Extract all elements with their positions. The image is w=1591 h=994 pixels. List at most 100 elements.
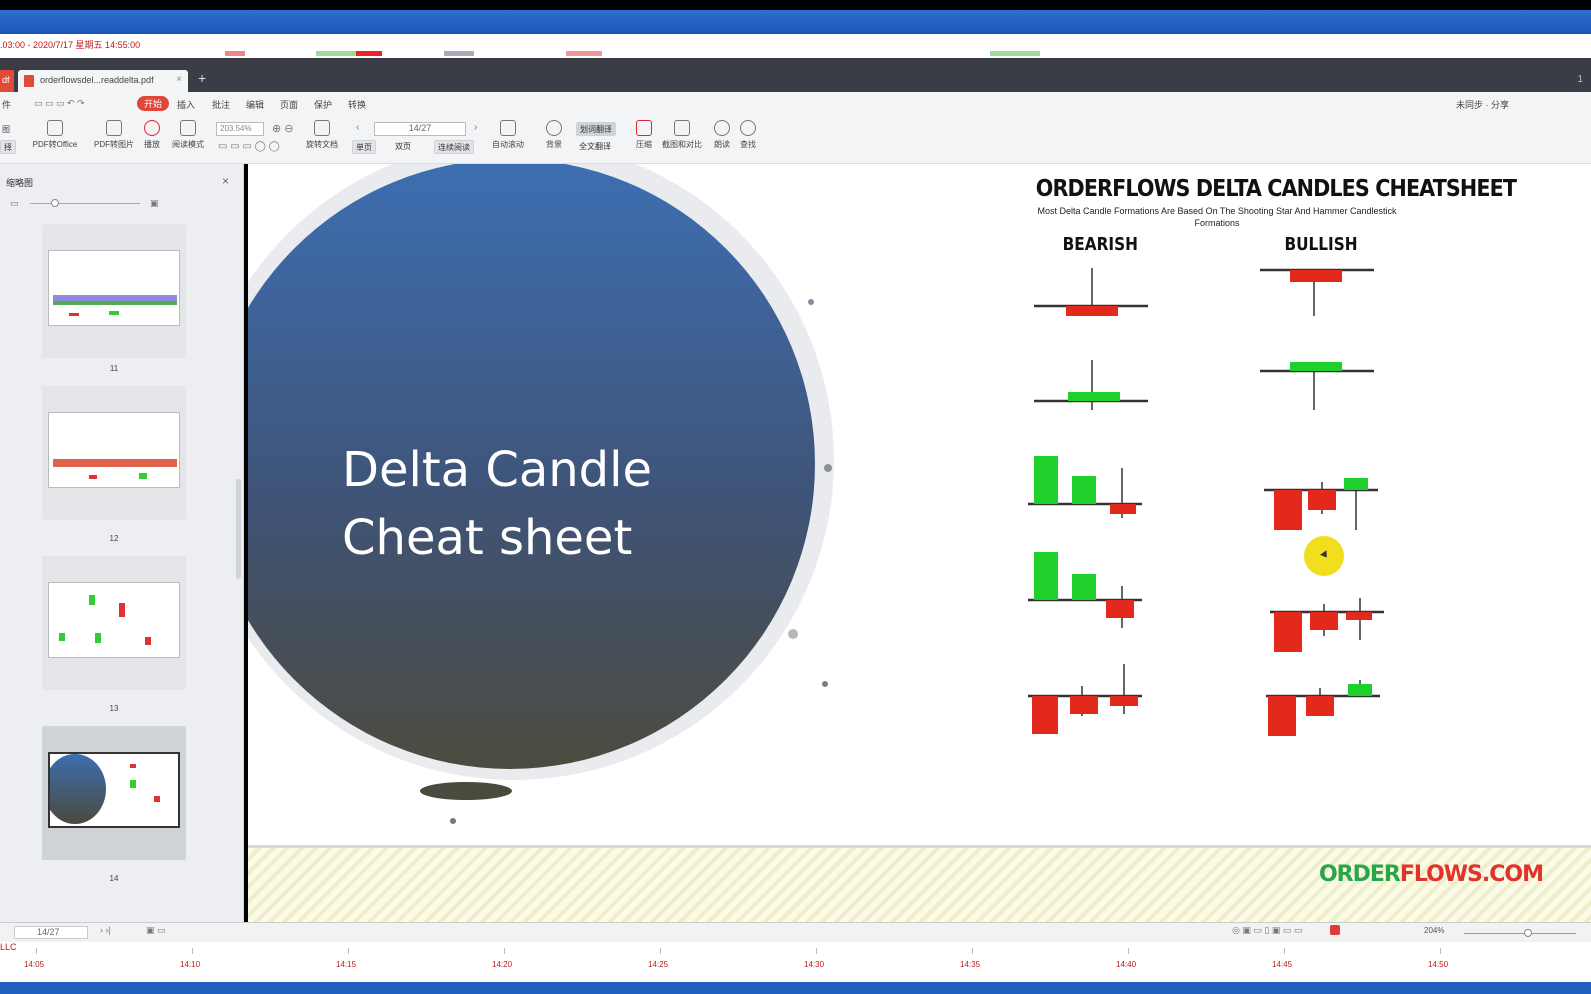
bearish-candle-body: [1110, 696, 1138, 706]
prev-page-icon[interactable]: ‹: [356, 122, 359, 133]
time-tick-mark: [660, 948, 661, 954]
thumb-size-slider[interactable]: [30, 203, 140, 204]
rotate-icon: [314, 120, 330, 136]
sync-share[interactable]: 未同步 · 分享: [1456, 98, 1509, 111]
menu-comment[interactable]: 批注: [212, 98, 230, 111]
read-aloud-button[interactable]: 朗读: [712, 120, 732, 150]
bottom-tool-icons[interactable]: ▣ ▭: [146, 925, 166, 936]
moon-icon: [546, 120, 562, 136]
pdf-to-office-button[interactable]: PDF转Office: [30, 120, 80, 150]
compress-icon: [636, 120, 652, 136]
bottom-view-icons[interactable]: ◎ ▣ ▭ ▯ ▣ ▭ ▭: [1232, 925, 1302, 936]
new-tab-button[interactable]: +: [198, 70, 206, 86]
pdf-to-office-label: PDF转Office: [32, 140, 78, 149]
continuous-button[interactable]: 连续阅读: [434, 140, 474, 154]
menu-convert[interactable]: 转换: [348, 98, 366, 111]
time-tick-label: 14:45: [1272, 960, 1293, 969]
toolbar-left-bottom[interactable]: 择: [0, 140, 16, 154]
thumbnail-page-11[interactable]: [42, 224, 186, 358]
bearish-candle-body: [1032, 696, 1058, 734]
menu-home[interactable]: 开始: [137, 96, 170, 111]
document-tab-label: orderflowsdel...readdelta.pdf: [40, 75, 154, 85]
pdf-app-tab[interactable]: df: [0, 70, 14, 92]
menu-edit[interactable]: 编辑: [246, 98, 264, 111]
close-sidebar-icon[interactable]: ×: [222, 174, 229, 188]
time-tick-mark: [504, 948, 505, 954]
bullish-candle-body: [1072, 476, 1096, 504]
double-page-button[interactable]: 双页: [392, 140, 414, 154]
view-mode-icons[interactable]: ▭ ▭ ▭ ◯ ◯: [218, 141, 280, 152]
status-marker: [444, 51, 474, 56]
find-button[interactable]: 查找: [738, 120, 758, 150]
zoom-slider-knob[interactable]: [1524, 929, 1532, 937]
next-page-icon[interactable]: ›: [474, 122, 477, 133]
menu-insert[interactable]: 插入: [177, 98, 195, 111]
menu-file[interactable]: 件: [2, 98, 11, 111]
thumb-size-knob[interactable]: [51, 199, 59, 207]
auto-scroll-button[interactable]: 自动滚动: [488, 120, 528, 150]
rotate-button[interactable]: 旋转文档: [304, 120, 340, 150]
thumbnail-page-12[interactable]: [42, 386, 186, 520]
thumbnail-page-number: 12: [109, 534, 119, 543]
bearish-candle-body: [1066, 306, 1118, 316]
document-tab[interactable]: orderflowsdel...readdelta.pdf ×: [18, 70, 188, 92]
thumbnail-image: [48, 582, 180, 658]
bearish-candle-body: [1308, 490, 1336, 510]
screenshot-button[interactable]: 截图和对比: [660, 120, 704, 150]
bearish-candle-body: [1290, 270, 1342, 282]
bearish-candle-body: [1306, 696, 1334, 716]
pdf-to-image-button[interactable]: PDF转图片: [92, 120, 136, 150]
thumb-large-icon[interactable]: ▣: [150, 198, 159, 209]
compress-button[interactable]: 压缩: [634, 120, 654, 150]
bottom-zoom-value[interactable]: 204%: [1424, 926, 1444, 935]
toolbar-left-top[interactable]: 图: [2, 124, 10, 135]
quick-access-icons: ▭ ▭ ▭ ↶ ↷: [34, 98, 85, 108]
read-mode-button[interactable]: 阅读模式: [170, 120, 206, 150]
bottom-page-input[interactable]: 14/27: [14, 926, 88, 939]
thumbnail-page-13[interactable]: [42, 556, 186, 690]
document-view[interactable]: Delta Candle Cheat sheet ORDERFLOWS DELT…: [248, 164, 1591, 922]
page-number-input[interactable]: 14/27: [374, 122, 466, 136]
full-translate-button[interactable]: 全文翻译: [576, 140, 614, 154]
translate-button[interactable]: 划词翻译: [576, 122, 616, 136]
thumbnail-page-number: 14: [109, 874, 119, 883]
bullish-candle-body: [1348, 684, 1372, 696]
sidebar-scrollbar[interactable]: [236, 479, 241, 579]
status-marker: [225, 51, 245, 56]
trading-status-line: .03:00 - 2020/7/17 星期五 14:55:00: [0, 34, 1591, 58]
record-icon[interactable]: [1330, 925, 1340, 935]
single-page-button[interactable]: 单页: [352, 140, 376, 154]
status-text: .03:00 - 2020/7/17 星期五 14:55:00: [0, 40, 141, 50]
zoom-select[interactable]: 203.54%: [216, 122, 264, 136]
time-tick-mark: [348, 948, 349, 954]
bullish-candle-body: [1344, 478, 1368, 490]
status-marker: [316, 51, 356, 56]
menu-page[interactable]: 页面: [280, 98, 298, 111]
play-button[interactable]: 播放: [142, 120, 162, 150]
window-count-badge: 1: [1577, 74, 1583, 85]
screenshot-label: 截图和对比: [662, 140, 702, 149]
bearish-candle-body: [1310, 612, 1338, 630]
read-mode-label: 阅读模式: [172, 140, 204, 149]
time-tick-label: 14:50: [1428, 960, 1449, 969]
zoom-in-out-icons[interactable]: ⊕ ⊖: [272, 122, 294, 135]
status-marker: [356, 51, 382, 56]
ribbon-toolbar: 图 择 PDF转Office PDF转图片 播放 阅读模式 203.54% ⊕ …: [0, 116, 1591, 164]
time-tick-mark: [1284, 948, 1285, 954]
background-button[interactable]: 背景: [542, 120, 566, 150]
menu-protect[interactable]: 保护: [314, 98, 332, 111]
zoom-slider[interactable]: [1464, 933, 1576, 934]
time-tick-label: 14:25: [648, 960, 669, 969]
time-tick-label: 14:30: [804, 960, 825, 969]
thumbnail-page-14[interactable]: [42, 726, 186, 860]
bottom-nav-icons[interactable]: › ›|: [100, 925, 111, 935]
thumbnail-image: [48, 412, 180, 488]
close-tab-icon[interactable]: ×: [176, 74, 182, 85]
book-icon: [180, 120, 196, 136]
thumb-small-icon[interactable]: ▭: [10, 198, 19, 209]
time-tick-label: 14:05: [24, 960, 45, 969]
time-tick-label: 14:20: [492, 960, 513, 969]
orderflows-logo: ORDERFLOWS.COM: [1318, 862, 1544, 887]
time-tick-label: 14:35: [960, 960, 981, 969]
bullish-candle-body: [1034, 552, 1058, 600]
